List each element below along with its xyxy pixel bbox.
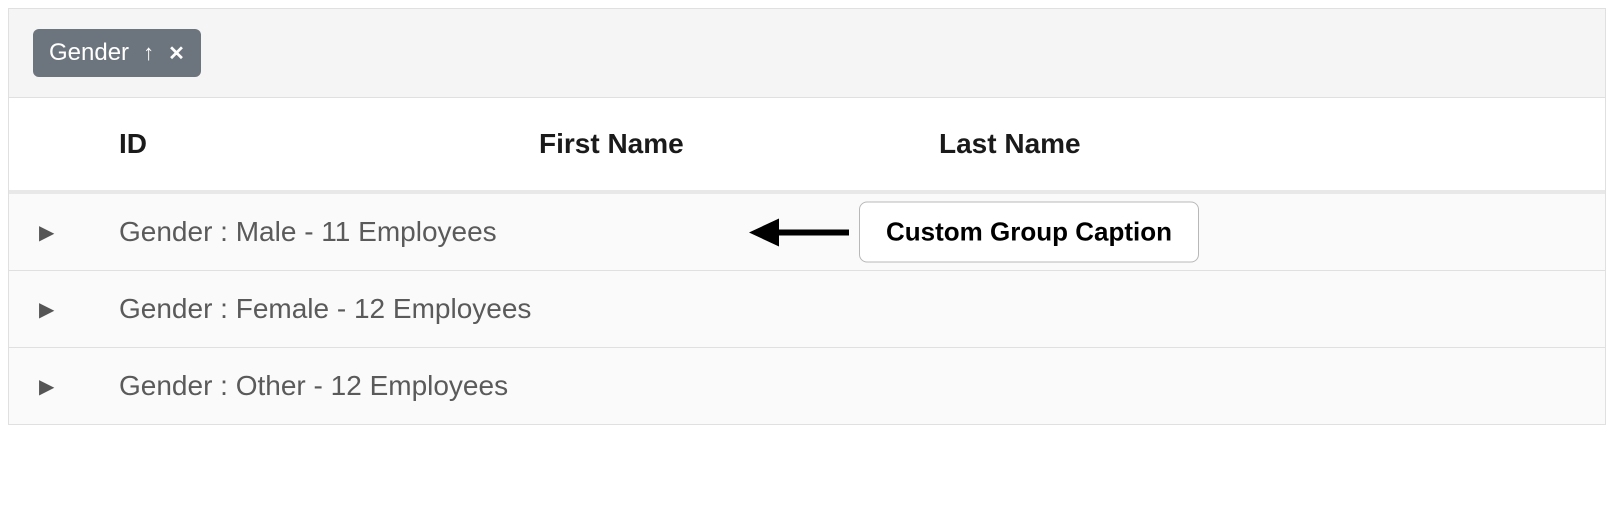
arrow-left-icon xyxy=(749,218,779,246)
arrow-up-icon[interactable]: ↑ xyxy=(143,40,154,66)
column-header-id[interactable]: ID xyxy=(119,128,539,160)
group-chip-gender[interactable]: Gender ↑ ✕ xyxy=(33,29,201,77)
group-caption: Gender : Female - 12 Employees xyxy=(119,293,531,325)
expand-toggle[interactable]: ▶ xyxy=(9,297,119,322)
group-caption: Gender : Other - 12 Employees xyxy=(119,370,508,402)
group-row-other[interactable]: ▶ Gender : Other - 12 Employees xyxy=(9,348,1605,424)
chevron-right-icon: ▶ xyxy=(39,220,54,245)
annotation-callout: Custom Group Caption xyxy=(749,202,1199,263)
annotation-line xyxy=(779,229,849,235)
chevron-right-icon: ▶ xyxy=(39,374,54,399)
expand-toggle[interactable]: ▶ xyxy=(9,220,119,245)
chevron-right-icon: ▶ xyxy=(39,297,54,322)
column-header-row: ID First Name Last Name xyxy=(9,98,1605,194)
group-chip-label: Gender xyxy=(49,39,129,67)
expand-column-header xyxy=(9,128,119,160)
group-row-male[interactable]: ▶ Gender : Male - 11 Employees Custom Gr… xyxy=(9,194,1605,271)
annotation-label: Custom Group Caption xyxy=(859,202,1199,263)
group-panel[interactable]: Gender ↑ ✕ xyxy=(9,9,1605,98)
expand-toggle[interactable]: ▶ xyxy=(9,374,119,399)
close-icon[interactable]: ✕ xyxy=(168,41,185,66)
group-row-female[interactable]: ▶ Gender : Female - 12 Employees xyxy=(9,271,1605,348)
group-caption: Gender : Male - 11 Employees xyxy=(119,216,497,248)
data-grid: Gender ↑ ✕ ID First Name Last Name ▶ Gen… xyxy=(8,8,1606,425)
column-header-last-name[interactable]: Last Name xyxy=(939,128,1605,160)
column-header-first-name[interactable]: First Name xyxy=(539,128,939,160)
